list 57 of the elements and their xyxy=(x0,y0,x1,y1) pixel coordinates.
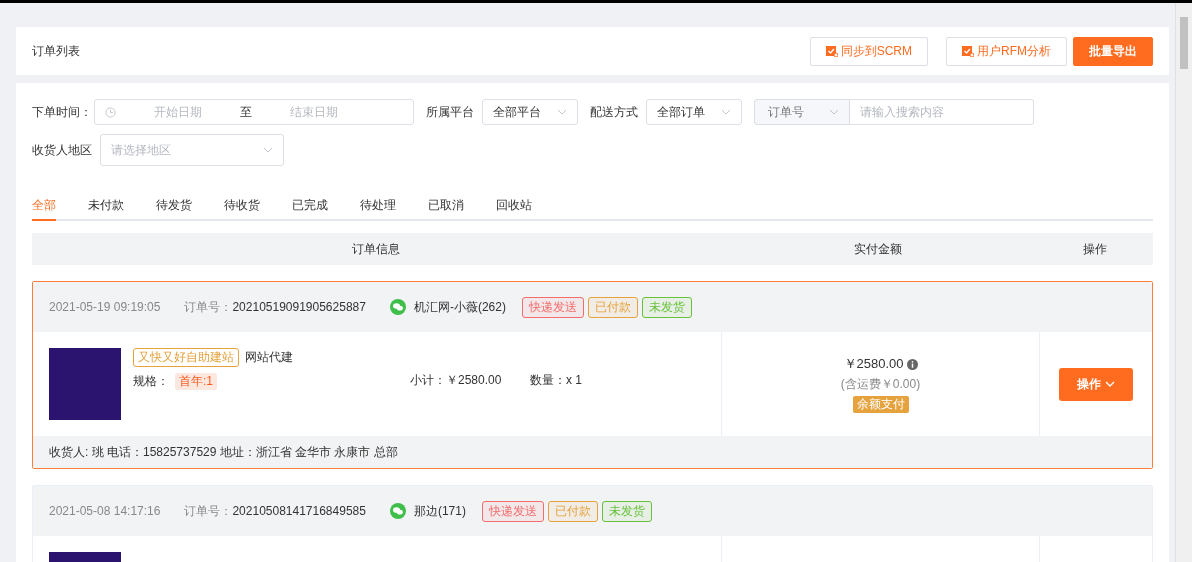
order-number: 订单号：20210508141716849585 xyxy=(184,502,366,520)
paid-amount: ￥2580.00 xyxy=(843,355,904,373)
payment-badge: 余额支付 xyxy=(852,396,909,413)
order-time: 2021-05-08 14:17:16 xyxy=(49,504,161,518)
status-tab[interactable]: 待处理 xyxy=(360,197,396,219)
chat-bubble-icon xyxy=(389,299,406,315)
checklist-icon xyxy=(962,45,974,57)
status-tab[interactable]: 未付款 xyxy=(88,197,124,219)
subtotal-text: 小计：￥2580.00 xyxy=(410,372,503,389)
page-title: 订单列表 xyxy=(32,42,80,60)
scrollbar-drawing[interactable] xyxy=(1175,3,1192,562)
chat-bubble-icon xyxy=(389,503,406,519)
status-tab[interactable]: 待收货 xyxy=(224,197,260,219)
product-name: 网站代建 xyxy=(245,349,293,366)
clock-icon xyxy=(105,106,116,118)
info-icon[interactable] xyxy=(906,358,918,370)
search-field[interactable]: 请输入搜索内容 xyxy=(850,99,1034,125)
quantity-text: 数量：x 1 xyxy=(530,372,582,389)
order-card[interactable]: 2021-05-08 14:17:16 订单号：20210508141716849585 那边(171) 快递发送 已付款 未发货 xyxy=(32,485,1153,562)
chevron-down-icon xyxy=(557,109,567,115)
filter-label: 配送方式 xyxy=(590,103,638,121)
status-tag: 快递发送 xyxy=(521,296,584,318)
column-header: 实付金额 xyxy=(853,240,904,258)
recipient-info: 收货人: 珧 电话：15825737529 地址：浙江省 金华市 永康市 总部 xyxy=(49,443,398,461)
product-image-placeholder xyxy=(49,348,121,420)
status-tab[interactable]: 待发货 xyxy=(156,197,192,219)
status-tag: 已付款 xyxy=(547,500,598,522)
product-tag: 又快又好自助建站 xyxy=(133,348,239,367)
status-tag: 未发货 xyxy=(601,500,652,522)
buyer-name: 那边(171) xyxy=(413,502,466,520)
platform-select[interactable]: 全部平台 xyxy=(482,99,578,125)
status-tab[interactable]: 已取消 xyxy=(428,197,464,219)
spec-label: 规格： xyxy=(133,373,169,390)
filter-label: 所属平台 xyxy=(426,103,474,121)
chevron-down-icon xyxy=(721,109,731,115)
search-type-select[interactable]: 订单号 xyxy=(754,99,850,125)
status-tag: 已付款 xyxy=(587,296,638,318)
chevron-down-icon xyxy=(263,147,273,153)
shipping-note: (含运费￥0.00) xyxy=(840,376,921,393)
date-range-field[interactable]: 开始日期 至 结束日期 xyxy=(94,99,414,125)
delivery-select[interactable]: 全部订单 xyxy=(646,99,742,125)
order-card[interactable]: 2021-05-19 09:19:05 订单号：20210519091905625887 机汇网-小薇(262) 快递发送 已付款 未发货 又快又好自助建站 网站代建 规格： 首年:1 小计：￥2580.00 数量：x 1 ￥2580.00 (含运费￥0.00) 余额支付 操作 收货人: 珧 电话：15825737529 地址：浙江省 金华市 永康市 总部 xyxy=(32,281,1153,469)
chevron-down-icon xyxy=(1105,381,1115,387)
spec-tag: 首年:1 xyxy=(175,373,217,390)
order-number: 订单号：20210519091905625887 xyxy=(184,298,366,316)
status-tag: 快递发送 xyxy=(481,500,544,522)
column-header: 订单信息 xyxy=(350,240,401,258)
checklist-icon xyxy=(825,45,838,57)
status-tab[interactable]: 已完成 xyxy=(292,197,328,219)
buyer-name: 机汇网-小薇(262) xyxy=(413,298,506,316)
filter-label: 收货人地区 xyxy=(32,141,92,159)
chevron-down-icon xyxy=(829,109,839,115)
filter-label: 下单时间： xyxy=(32,103,92,121)
order-time: 2021-05-19 09:19:05 xyxy=(49,300,161,314)
status-tab[interactable]: 回收站 xyxy=(496,197,532,219)
column-header: 操作 xyxy=(1082,240,1109,258)
status-tag: 未发货 xyxy=(641,296,692,318)
